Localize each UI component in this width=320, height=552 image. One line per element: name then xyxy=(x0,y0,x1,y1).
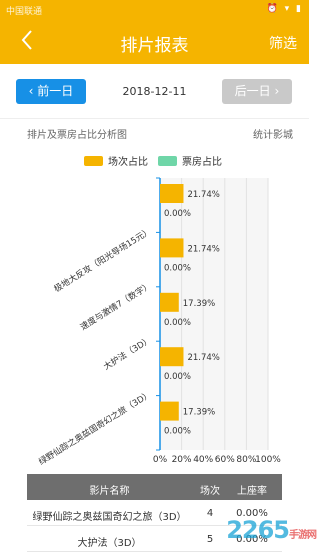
watermark-suffix: 手游网 xyxy=(289,530,316,541)
legend-item-boxoffice[interactable]: 票房占比 xyxy=(158,153,222,168)
date-bar: ‹ 前一日 2018-12-11 后一日 › xyxy=(0,64,309,118)
bar-value-label: 17.39% xyxy=(183,299,215,309)
chevron-right-icon: › xyxy=(271,84,280,98)
chart-section-title: 排片及票房占比分析图 xyxy=(27,126,127,141)
bar-session-share xyxy=(160,347,183,366)
column-header-film: 影片名称 xyxy=(27,482,192,497)
divider xyxy=(0,118,309,119)
legend-item-session[interactable]: 场次占比 xyxy=(84,153,148,168)
filter-button[interactable]: 筛选 xyxy=(269,33,297,53)
sessions-cell: 4 xyxy=(195,508,225,519)
share-bar-chart: 0% 20%40%60%80%100% 21.74% 0.00% 21.74% 0.00%… xyxy=(0,170,309,470)
bar-value-label: 0.00% xyxy=(164,263,191,273)
x-tick-label: 60% xyxy=(215,455,235,465)
column-header-sessions: 场次 xyxy=(195,482,225,497)
legend-swatch xyxy=(84,156,103,166)
bar-value-label: 0.00% xyxy=(164,372,191,382)
bar-session-share xyxy=(160,184,183,203)
x-tick-label: 80% xyxy=(236,455,256,465)
status-icons: ⏰ ▾ ▮ xyxy=(267,4,303,14)
y-category-label: 极地大反攻（阳光导场15元） xyxy=(52,226,154,295)
cinema-selector[interactable]: 统计影城 xyxy=(253,126,293,141)
nav-bar: 排片报表 筛选 xyxy=(0,20,309,64)
carrier-label: 中国联通 xyxy=(6,4,42,17)
film-name-cell: 大护法（3D） xyxy=(27,534,192,549)
page-title: 排片报表 xyxy=(0,31,309,56)
next-day-label: 后一日 xyxy=(235,84,271,98)
bar-value-label: 21.74% xyxy=(187,244,219,254)
status-bar: 中国联通 ⏰ ▾ ▮ xyxy=(0,0,309,20)
site-watermark: 2265手游网 xyxy=(226,516,316,544)
x-tick-label: 0% xyxy=(153,455,168,465)
y-category-label: 速度与激情7（数字） xyxy=(78,280,153,333)
sessions-cell: 5 xyxy=(195,534,225,545)
column-header-occupancy: 上座率 xyxy=(227,482,277,497)
bar-session-share xyxy=(160,293,179,312)
legend-swatch xyxy=(158,156,177,166)
bar-value-label: 17.39% xyxy=(183,408,215,418)
y-category-label: 大护法（3D） xyxy=(102,334,154,372)
bar-value-label: 21.74% xyxy=(187,353,219,363)
next-day-button[interactable]: 后一日 › xyxy=(222,79,292,104)
table-header: 影片名称 场次 上座率 xyxy=(27,474,282,500)
legend-label: 场次占比 xyxy=(108,157,148,168)
bar-value-label: 0.00% xyxy=(164,427,191,437)
x-tick-label: 20% xyxy=(172,455,192,465)
x-tick-label: 100% xyxy=(255,455,281,465)
bar-value-label: 21.74% xyxy=(187,190,219,200)
watermark-text: 2265 xyxy=(226,516,289,544)
x-tick-label: 40% xyxy=(193,455,213,465)
y-category-label: 绿野仙踪之奥兹国奇幻之旅（3D） xyxy=(37,389,154,468)
legend-label: 票房占比 xyxy=(182,157,222,168)
film-name-cell: 绿野仙踪之奥兹国奇幻之旅（3D） xyxy=(27,508,192,523)
bar-value-label: 0.00% xyxy=(164,209,191,219)
bar-session-share xyxy=(160,402,179,421)
bar-value-label: 0.00% xyxy=(164,318,191,328)
bar-session-share xyxy=(160,238,183,257)
